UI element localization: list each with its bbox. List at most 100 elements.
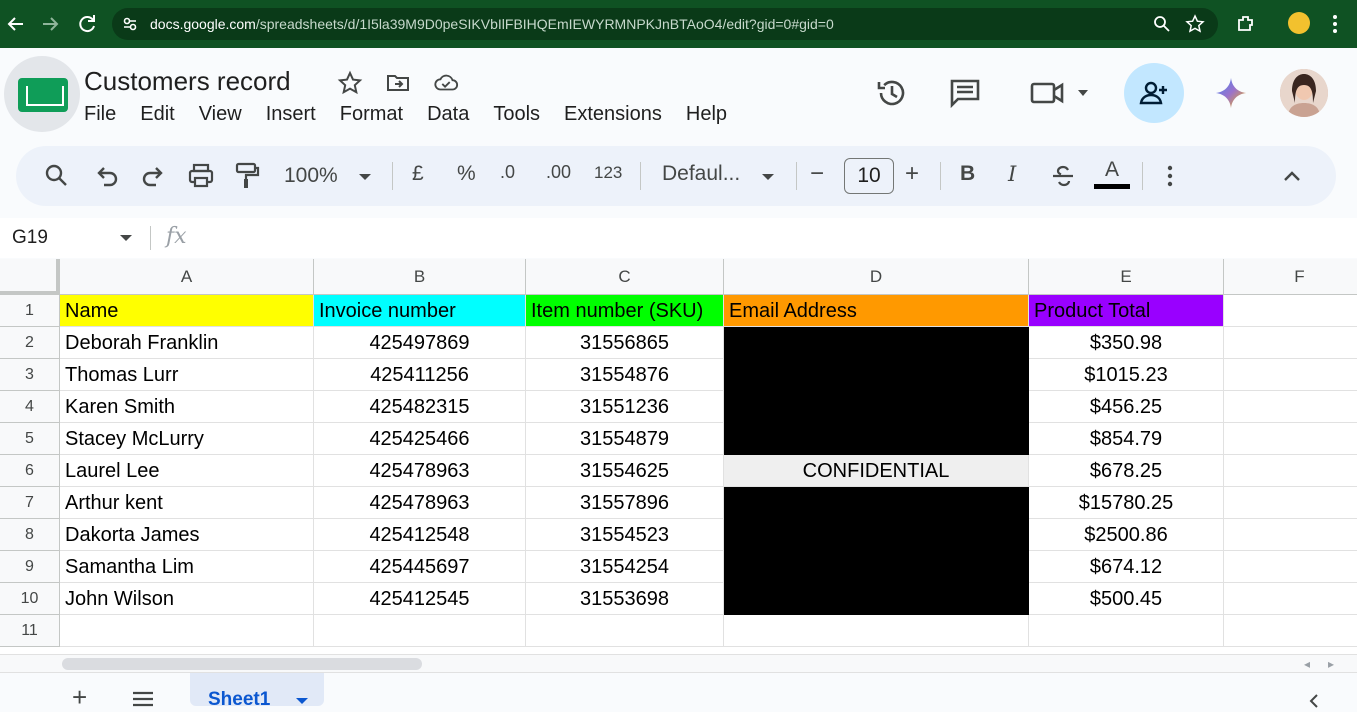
cell-invoice-row-5[interactable]: 425425466 — [314, 423, 526, 455]
dropdown-arrow-icon[interactable] — [356, 162, 374, 190]
more-options-icon[interactable] — [1158, 162, 1182, 190]
cell-name-row-11[interactable] — [60, 615, 314, 647]
decrease-font-size-button[interactable]: − — [810, 160, 824, 188]
cell-invoice-row-8[interactable]: 425412548 — [314, 519, 526, 551]
font-size-input[interactable]: 10 — [844, 158, 894, 194]
cell-name-row-8[interactable]: Dakorta James — [60, 519, 314, 551]
site-info-icon[interactable] — [120, 14, 140, 34]
row-header-5[interactable]: 5 — [0, 423, 60, 455]
cell-f-row-7[interactable] — [1224, 487, 1357, 519]
cell-sku-row-8[interactable]: 31554523 — [526, 519, 724, 551]
header-cell-sku[interactable]: Item number (SKU) — [526, 295, 724, 327]
redacted-email-cell[interactable] — [724, 359, 1029, 391]
forward-arrow-icon[interactable] — [38, 12, 62, 36]
column-header-f[interactable]: F — [1224, 259, 1357, 295]
percent-format-button[interactable]: % — [457, 162, 476, 190]
cell-name-row-10[interactable]: John Wilson — [60, 583, 314, 615]
row-header-11[interactable]: 11 — [0, 615, 60, 647]
cell-total-row-10[interactable]: $500.45 — [1029, 583, 1224, 615]
share-button[interactable] — [1124, 63, 1184, 123]
header-cell-email[interactable]: Email Address — [724, 295, 1029, 327]
redacted-email-cell[interactable] — [724, 487, 1029, 519]
cell-name-row-6[interactable]: Laurel Lee — [60, 455, 314, 487]
menu-edit[interactable]: Edit — [140, 103, 174, 126]
column-header-d[interactable]: D — [724, 259, 1029, 295]
increase-font-size-button[interactable]: + — [905, 160, 919, 188]
header-cell-total[interactable]: Product Total — [1029, 295, 1224, 327]
cell-name-row-5[interactable]: Stacey McLurry — [60, 423, 314, 455]
cell-email-row-11[interactable] — [724, 615, 1029, 647]
cell-total-row-3[interactable]: $1015.23 — [1029, 359, 1224, 391]
cell-sku-row-4[interactable]: 31551236 — [526, 391, 724, 423]
redacted-email-cell[interactable] — [724, 423, 1029, 455]
star-icon[interactable] — [1185, 14, 1205, 34]
cell-invoice-row-6[interactable]: 425478963 — [314, 455, 526, 487]
collapse-toolbar-icon[interactable] — [1280, 162, 1304, 190]
header-cell-name[interactable]: Name — [60, 295, 314, 327]
sheet-tab-sheet1[interactable]: Sheet1 — [190, 673, 324, 710]
cell-f-row-6[interactable] — [1224, 455, 1357, 487]
column-header-c[interactable]: C — [526, 259, 724, 295]
row-header-3[interactable]: 3 — [0, 359, 60, 391]
paint-format-icon[interactable] — [234, 162, 260, 190]
cell-f-row-11[interactable] — [1224, 615, 1357, 647]
cell-sku-row-7[interactable]: 31557896 — [526, 487, 724, 519]
name-box[interactable]: G19 — [12, 227, 48, 249]
spreadsheet-grid[interactable]: A B C D E F 1 Name Invoice number Item numb… — [0, 259, 1357, 654]
zoom-select[interactable]: 100% — [284, 164, 338, 192]
cell-invoice-row-10[interactable]: 425412545 — [314, 583, 526, 615]
cell-name-row-3[interactable]: Thomas Lurr — [60, 359, 314, 391]
cell-sku-row-6[interactable]: 31554625 — [526, 455, 724, 487]
cell-total-row-11[interactable] — [1029, 615, 1224, 647]
comments-icon[interactable] — [948, 76, 982, 110]
row-header-8[interactable]: 8 — [0, 519, 60, 551]
cell-f-row-1[interactable] — [1224, 295, 1357, 327]
cell-name-row-2[interactable]: Deborah Franklin — [60, 327, 314, 359]
redacted-email-cell[interactable] — [724, 391, 1029, 423]
column-header-a[interactable]: A — [60, 259, 314, 295]
redo-icon[interactable] — [140, 162, 166, 190]
cell-total-row-5[interactable]: $854.79 — [1029, 423, 1224, 455]
cell-f-row-9[interactable] — [1224, 551, 1357, 583]
redacted-email-cell[interactable] — [724, 583, 1029, 615]
redacted-email-cell[interactable] — [724, 519, 1029, 551]
decrease-decimal-button[interactable]: .0 — [500, 162, 515, 190]
font-select[interactable]: Defaul... — [662, 162, 740, 190]
cell-f-row-3[interactable] — [1224, 359, 1357, 391]
column-header-e[interactable]: E — [1029, 259, 1224, 295]
print-icon[interactable] — [187, 162, 215, 190]
dropdown-arrow-icon[interactable] — [118, 232, 134, 244]
row-header-2[interactable]: 2 — [0, 327, 60, 359]
cell-sku-row-11[interactable] — [526, 615, 724, 647]
cell-invoice-row-3[interactable]: 425411256 — [314, 359, 526, 391]
cell-f-row-5[interactable] — [1224, 423, 1357, 455]
cell-total-row-7[interactable]: $15780.25 — [1029, 487, 1224, 519]
cell-sku-row-10[interactable]: 31553698 — [526, 583, 724, 615]
text-color-button[interactable]: A — [1094, 158, 1130, 189]
menu-format[interactable]: Format — [340, 103, 403, 126]
cell-f-row-10[interactable] — [1224, 583, 1357, 615]
column-header-b[interactable]: B — [314, 259, 526, 295]
cell-sku-row-3[interactable]: 31554876 — [526, 359, 724, 391]
cell-sku-row-5[interactable]: 31554879 — [526, 423, 724, 455]
cell-invoice-row-9[interactable]: 425445697 — [314, 551, 526, 583]
star-icon[interactable] — [337, 70, 363, 96]
cell-total-row-8[interactable]: $2500.86 — [1029, 519, 1224, 551]
cell-sku-row-9[interactable]: 31554254 — [526, 551, 724, 583]
redacted-email-cell[interactable] — [724, 551, 1029, 583]
extensions-icon[interactable] — [1234, 12, 1258, 36]
menu-extensions[interactable]: Extensions — [564, 103, 662, 126]
menu-view[interactable]: View — [199, 103, 242, 126]
horizontal-scrollbar[interactable]: ◂ ▸ — [0, 654, 1357, 672]
kebab-menu-icon[interactable] — [1323, 12, 1347, 36]
cell-total-row-2[interactable]: $350.98 — [1029, 327, 1224, 359]
move-folder-icon[interactable] — [385, 70, 411, 96]
menu-insert[interactable]: Insert — [266, 103, 316, 126]
cell-email-row-6[interactable]: CONFIDENTIAL — [724, 455, 1029, 487]
dropdown-arrow-icon[interactable] — [759, 162, 777, 190]
cloud-saved-icon[interactable] — [433, 70, 459, 96]
row-header-10[interactable]: 10 — [0, 583, 60, 615]
cell-total-row-6[interactable]: $678.25 — [1029, 455, 1224, 487]
menu-tools[interactable]: Tools — [493, 103, 540, 126]
document-title[interactable]: Customers record — [84, 66, 291, 97]
